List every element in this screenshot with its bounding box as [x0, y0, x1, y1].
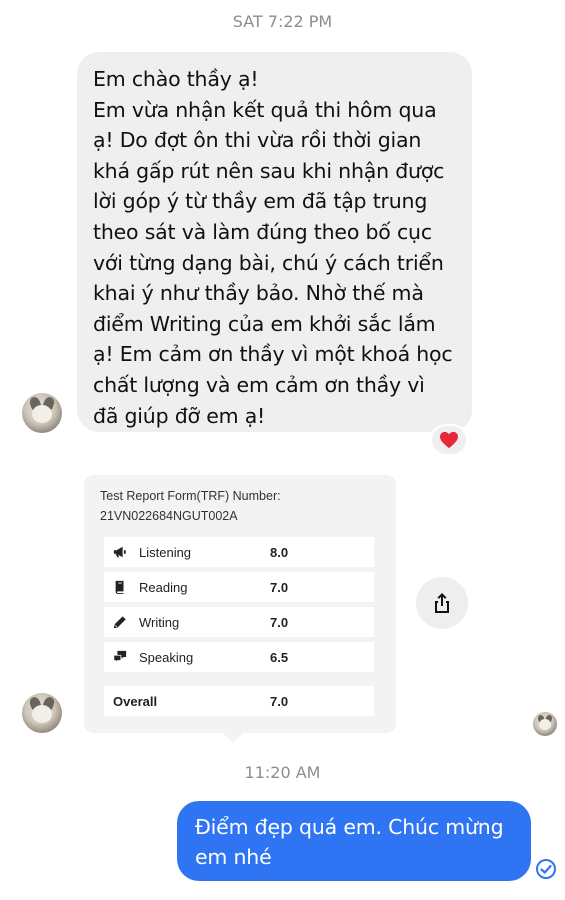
share-icon — [435, 593, 449, 613]
overall-label: Overall — [113, 693, 158, 709]
book-icon — [112, 579, 128, 595]
sent-check-icon — [536, 859, 556, 879]
score-row-reading: Reading 7.0 — [104, 572, 374, 602]
trf-label: Test Report Form(TRF) Number: — [100, 489, 281, 503]
timestamp-saturday: SAT 7:22 PM — [232, 12, 333, 31]
heart-icon — [440, 431, 458, 449]
incoming-message-bubble[interactable]: Em chào thầy ạ! Em vừa nhận kết quả thi … — [77, 52, 472, 432]
score-name: Speaking — [139, 649, 194, 665]
score-name: Reading — [139, 579, 188, 595]
megaphone-icon — [112, 544, 128, 560]
score-report-card[interactable]: Test Report Form(TRF) Number: 21VN022684… — [84, 475, 396, 733]
chat-bubbles-icon — [112, 649, 128, 665]
timestamp-morning: 11:20 AM — [244, 763, 321, 782]
score-value: 8.0 — [270, 544, 289, 560]
score-name: Writing — [139, 614, 180, 630]
score-row-listening: Listening 8.0 — [104, 537, 374, 567]
score-value: 7.0 — [270, 614, 289, 630]
overall-value: 7.0 — [270, 693, 289, 709]
score-name: Listening — [139, 544, 192, 560]
sender-avatar[interactable] — [22, 693, 62, 733]
share-button[interactable] — [416, 577, 468, 629]
score-value: 6.5 — [270, 649, 289, 665]
score-row-overall: Overall 7.0 — [104, 686, 374, 716]
trf-number: 21VN022684NGUT002A — [100, 509, 238, 523]
outgoing-message-bubble[interactable]: Điểm đẹp quá em. Chúc mừng em nhé — [177, 801, 531, 881]
score-row-writing: Writing 7.0 — [104, 607, 374, 637]
outgoing-message-text: Điểm đẹp quá em. Chúc mừng em nhé — [195, 815, 504, 869]
incoming-message-text: Em chào thầy ạ! Em vừa nhận kết quả thi … — [93, 67, 453, 428]
score-value: 7.0 — [270, 579, 289, 595]
sender-avatar[interactable] — [22, 393, 62, 433]
heart-reaction[interactable] — [430, 424, 468, 456]
score-row-speaking: Speaking 6.5 — [104, 642, 374, 672]
pencil-icon — [112, 614, 128, 630]
read-receipt-avatar — [533, 712, 557, 736]
